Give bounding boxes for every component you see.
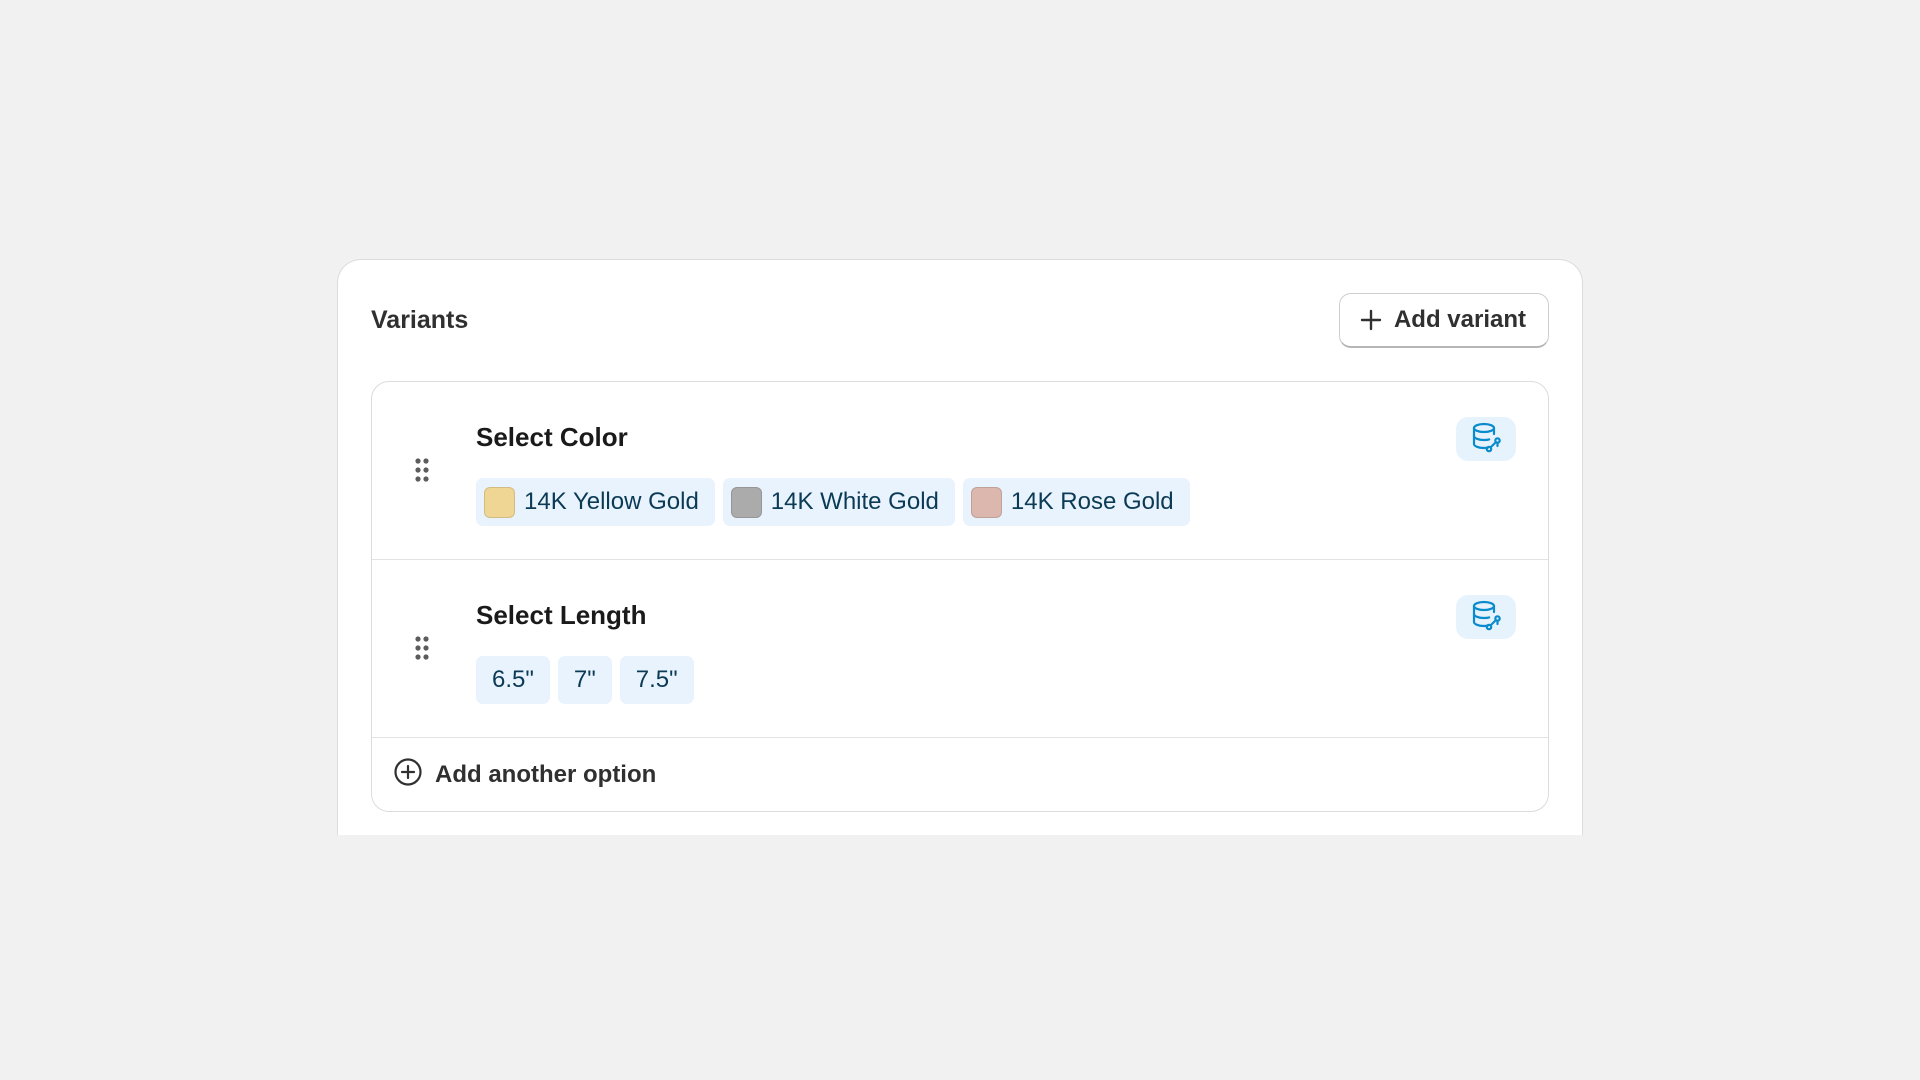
add-variant-label: Add variant — [1393, 305, 1526, 333]
plus-icon — [1360, 309, 1382, 331]
metafield-button[interactable] — [1456, 595, 1516, 639]
option-value-label: 7" — [573, 666, 596, 693]
database-link-icon — [1470, 421, 1502, 458]
plus-circle-icon — [393, 757, 423, 792]
add-option-label: Add another option — [435, 760, 657, 788]
option-row-color: Select Color 14K Yellow Gold 14K White G… — [372, 382, 1548, 560]
drag-handle-icon[interactable] — [414, 457, 430, 483]
add-variant-button[interactable]: Add variant — [1338, 292, 1549, 348]
metafield-button[interactable] — [1456, 417, 1516, 461]
color-swatch — [484, 486, 515, 518]
card-title: Variants — [371, 305, 469, 334]
option-value-label: 14K White Gold — [770, 488, 939, 515]
option-value-label: 14K Rose Gold — [1010, 488, 1174, 515]
option-value-chip[interactable]: 14K Yellow Gold — [476, 478, 715, 526]
color-swatch — [970, 486, 1002, 518]
drag-handle-icon[interactable] — [414, 635, 430, 661]
option-value-label: 14K Yellow Gold — [524, 488, 699, 515]
color-swatch — [730, 486, 762, 518]
option-value-chip[interactable]: 6.5" — [476, 656, 550, 704]
database-link-icon — [1470, 599, 1502, 636]
add-another-option-button[interactable]: Add another option — [372, 738, 1548, 811]
option-title: Select Color — [476, 422, 628, 452]
card-header: Variants Add variant — [371, 292, 1549, 348]
option-value-chip[interactable]: 14K White Gold — [722, 478, 955, 526]
variants-card: Variants Add variant Select Color 14K Ye… — [337, 259, 1583, 835]
option-value-chip[interactable]: 7" — [557, 656, 612, 704]
option-values: 14K Yellow Gold 14K White Gold 14K Rose … — [476, 478, 1190, 526]
option-values: 6.5" 7" 7.5" — [476, 656, 694, 704]
options-list: Select Color 14K Yellow Gold 14K White G… — [371, 381, 1549, 812]
option-value-chip[interactable]: 14K Rose Gold — [962, 478, 1190, 526]
option-value-label: 6.5" — [492, 666, 534, 693]
option-value-label: 7.5" — [635, 666, 678, 693]
option-value-chip[interactable]: 7.5" — [619, 656, 694, 704]
option-row-length: Select Length 6.5" 7" 7.5" — [372, 560, 1548, 738]
option-title: Select Length — [476, 600, 647, 630]
